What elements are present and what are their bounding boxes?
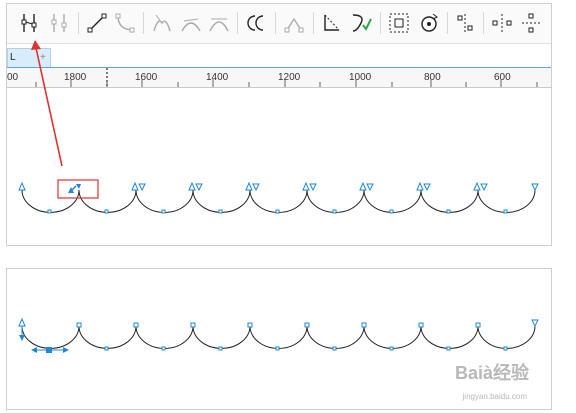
watermark-url: jingyan.baidu.com [462,392,527,401]
canvas-top-panel: L + 00 1800 1600 1400 1200 1000 800 600 [6,3,552,246]
watermark-logo: Baià经验 [454,363,529,383]
canvas-bottom-panel: Baià经验 jingyan.baidu.com [6,268,552,410]
scallop-path-result[interactable] [7,269,551,409]
scallop-path[interactable] [7,4,551,245]
node-control-handles[interactable] [19,326,69,353]
